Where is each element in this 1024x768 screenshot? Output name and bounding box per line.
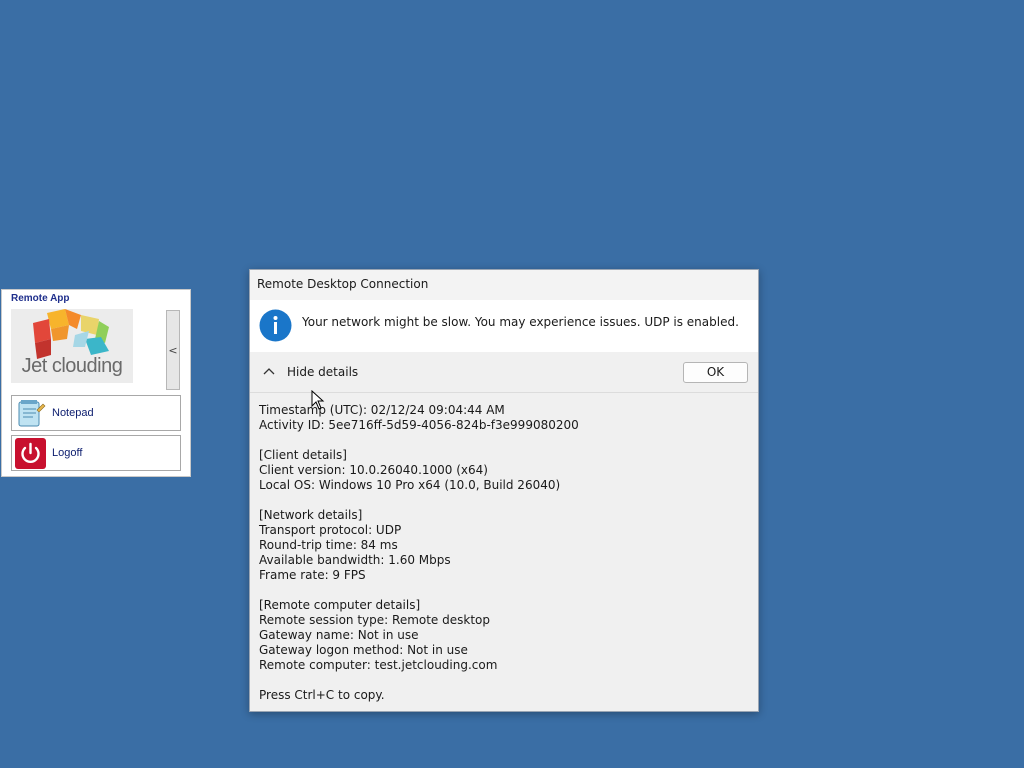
dialog-controls: Hide details OK: [250, 352, 758, 393]
chevron-up-icon: [263, 368, 275, 375]
details-text[interactable]: Timestamp (UTC): 02/12/24 09:04:44 AM Ac…: [259, 403, 749, 703]
dialog-message: Your network might be slow. You may expe…: [302, 315, 739, 329]
app-item-label: Logoff: [52, 447, 83, 459]
detail-line: Round-trip time: 84 ms: [259, 538, 398, 552]
app-item-logoff[interactable]: Logoff: [11, 435, 181, 471]
detail-line: Frame rate: 9 FPS: [259, 568, 366, 582]
message-area: Your network might be slow. You may expe…: [250, 300, 758, 353]
logo-text: Jet clouding: [21, 355, 123, 377]
jet-clouding-logo: Jet clouding: [11, 309, 133, 383]
detail-section-header: [Network details]: [259, 508, 363, 522]
remote-app-title: Remote App: [11, 293, 70, 304]
ok-button[interactable]: OK: [683, 362, 748, 383]
detail-line: Timestamp (UTC): 02/12/24 09:04:44 AM: [259, 403, 505, 417]
info-icon: [259, 309, 292, 342]
dialog-titlebar[interactable]: Remote Desktop Connection: [250, 270, 758, 300]
detail-line: Activity ID: 5ee716ff-5d59-4056-824b-f3e…: [259, 418, 579, 432]
remote-desktop-dialog: Remote Desktop Connection Your network m…: [249, 269, 759, 712]
detail-line: Transport protocol: UDP: [259, 523, 402, 537]
detail-line: Remote computer: test.jetclouding.com: [259, 658, 498, 672]
mouse-pointer-icon: [311, 390, 325, 410]
detail-line: Available bandwidth: 1.60 Mbps: [259, 553, 451, 567]
remote-app-panel: Remote App Jet clouding < Notepad Logoff: [1, 289, 191, 477]
detail-line: Remote session type: Remote desktop: [259, 613, 490, 627]
detail-section-header: [Client details]: [259, 448, 347, 462]
detail-line: Local OS: Windows 10 Pro x64 (10.0, Buil…: [259, 478, 561, 492]
hide-details-label: Hide details: [287, 365, 359, 379]
hide-details-toggle[interactable]: Hide details: [262, 362, 358, 382]
detail-section-header: [Remote computer details]: [259, 598, 421, 612]
notepad-icon: [18, 400, 46, 427]
copy-hint: Press Ctrl+C to copy.: [259, 688, 385, 702]
detail-line: Client version: 10.0.26040.1000 (x64): [259, 463, 488, 477]
app-item-label: Notepad: [52, 407, 94, 419]
detail-line: Gateway logon method: Not in use: [259, 643, 468, 657]
collapse-panel-button[interactable]: <: [166, 310, 180, 390]
power-icon: [15, 438, 46, 469]
detail-line: Gateway name: Not in use: [259, 628, 419, 642]
app-item-notepad[interactable]: Notepad: [11, 395, 181, 431]
dialog-title: Remote Desktop Connection: [257, 277, 429, 291]
